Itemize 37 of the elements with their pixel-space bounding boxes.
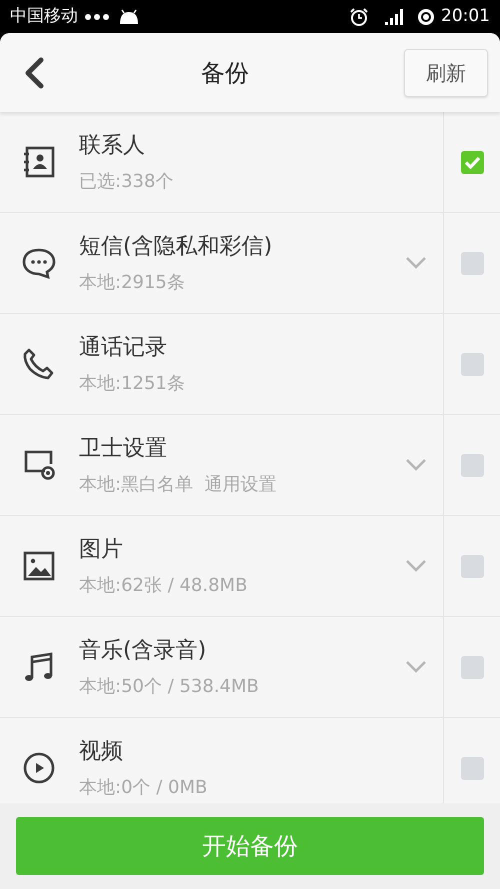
item-title: 通话记录 (79, 334, 167, 362)
play-circle-icon (21, 750, 57, 786)
page-title: 备份 (201, 58, 249, 86)
item-title: 音乐(含录音) (79, 637, 206, 665)
checkbox[interactable] (460, 454, 484, 476)
chevron-down-icon[interactable] (405, 559, 427, 573)
item-title: 联系人 (79, 132, 145, 160)
android-icon (118, 8, 140, 24)
checkbox[interactable] (460, 352, 484, 376)
contact-card-icon (21, 144, 57, 180)
checkmark-icon (464, 156, 480, 168)
item-title: 视频 (79, 738, 123, 766)
refresh-button[interactable]: 刷新 (404, 48, 488, 96)
chevron-down-icon[interactable] (405, 458, 427, 472)
item-title: 卫士设置 (79, 435, 167, 463)
checkbox[interactable] (460, 150, 484, 174)
item-title: 短信(含隐私和彩信) (79, 233, 272, 261)
checkbox[interactable] (460, 656, 484, 678)
checkbox[interactable] (460, 756, 484, 780)
chevron-down-icon[interactable] (405, 660, 427, 674)
signal-icon (385, 8, 403, 24)
more-icon (84, 12, 110, 20)
checkbox[interactable] (460, 252, 484, 274)
status-circle-icon (417, 8, 435, 26)
item-subtitle: 已选:338个 (79, 170, 174, 194)
item-title: 图片 (79, 536, 123, 564)
item-subtitle: 本地:0个 / 0MB (79, 776, 208, 800)
clock: 20:01 (441, 4, 490, 28)
chevron-down-icon[interactable] (405, 256, 427, 270)
item-subtitle: 本地:62张 / 48.8MB (79, 574, 248, 598)
alarm-icon (349, 6, 369, 26)
item-subtitle: 本地:黑白名单 通用设置 (79, 473, 277, 497)
item-subtitle: 本地:50个 / 538.4MB (79, 675, 259, 699)
item-subtitle: 本地:2915条 (79, 271, 185, 295)
item-subtitle: 本地:1251条 (79, 372, 185, 396)
checkbox[interactable] (460, 554, 484, 578)
carrier-name: 中国移动 (10, 4, 78, 28)
